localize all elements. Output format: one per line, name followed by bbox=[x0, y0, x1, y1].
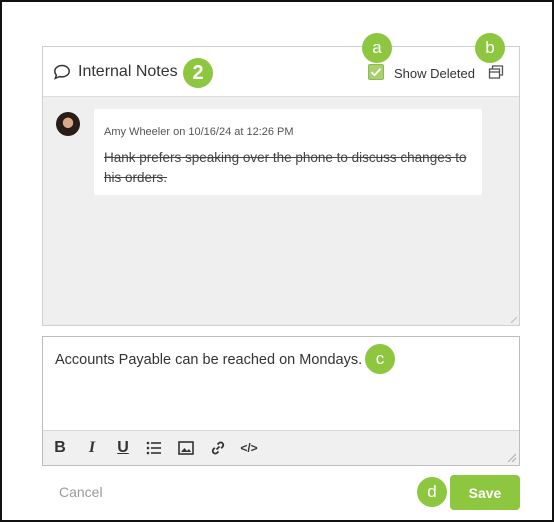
callout-a-badge: a bbox=[362, 33, 392, 63]
resize-handle-icon[interactable] bbox=[511, 317, 517, 323]
avatar bbox=[56, 112, 80, 136]
note-input[interactable]: Accounts Payable can be reached on Monda… bbox=[55, 352, 362, 368]
italic-button[interactable]: I bbox=[83, 439, 101, 457]
cancel-button[interactable]: Cancel bbox=[59, 484, 103, 500]
show-deleted-label: Show Deleted bbox=[394, 66, 475, 81]
image-icon bbox=[178, 441, 194, 455]
underline-button[interactable]: U bbox=[114, 439, 132, 457]
formatting-toolbar: B I U </> bbox=[43, 430, 519, 465]
popout-icon[interactable] bbox=[488, 64, 504, 80]
note-card: Amy Wheeler on 10/16/24 at 12:26 PM Hank… bbox=[94, 109, 482, 195]
internal-notes-panel: Internal Notes 2 a Show Deleted b Amy Wh… bbox=[42, 33, 520, 326]
callout-c-badge: c bbox=[365, 344, 395, 374]
bold-button[interactable]: B bbox=[51, 439, 69, 457]
insert-image-button[interactable] bbox=[177, 439, 195, 457]
bullet-list-icon bbox=[146, 441, 161, 455]
note-text: Hank prefers speaking over the phone to … bbox=[104, 150, 467, 185]
chat-bubble-icon bbox=[54, 64, 70, 80]
bullet-list-button[interactable] bbox=[145, 439, 163, 457]
callout-b-badge: b bbox=[475, 33, 505, 63]
checkmark-icon bbox=[370, 68, 382, 77]
show-deleted-checkbox[interactable] bbox=[368, 64, 384, 80]
callout-d-badge: d bbox=[417, 477, 447, 507]
notes-header: Internal Notes 2 a Show Deleted b bbox=[43, 33, 519, 97]
resize-handle-icon[interactable] bbox=[508, 454, 516, 462]
link-icon bbox=[211, 441, 225, 455]
dialog-frame: Internal Notes 2 a Show Deleted b Amy Wh… bbox=[0, 0, 554, 522]
save-button[interactable]: Save bbox=[450, 475, 520, 510]
callout-2-badge: 2 bbox=[183, 58, 213, 88]
insert-link-button[interactable] bbox=[209, 439, 227, 457]
code-button[interactable]: </> bbox=[240, 439, 258, 457]
note-composer[interactable]: Accounts Payable can be reached on Monda… bbox=[42, 336, 520, 466]
note-author-meta: Amy Wheeler on 10/16/24 at 12:26 PM bbox=[104, 126, 294, 138]
notes-title: Internal Notes bbox=[78, 63, 178, 80]
